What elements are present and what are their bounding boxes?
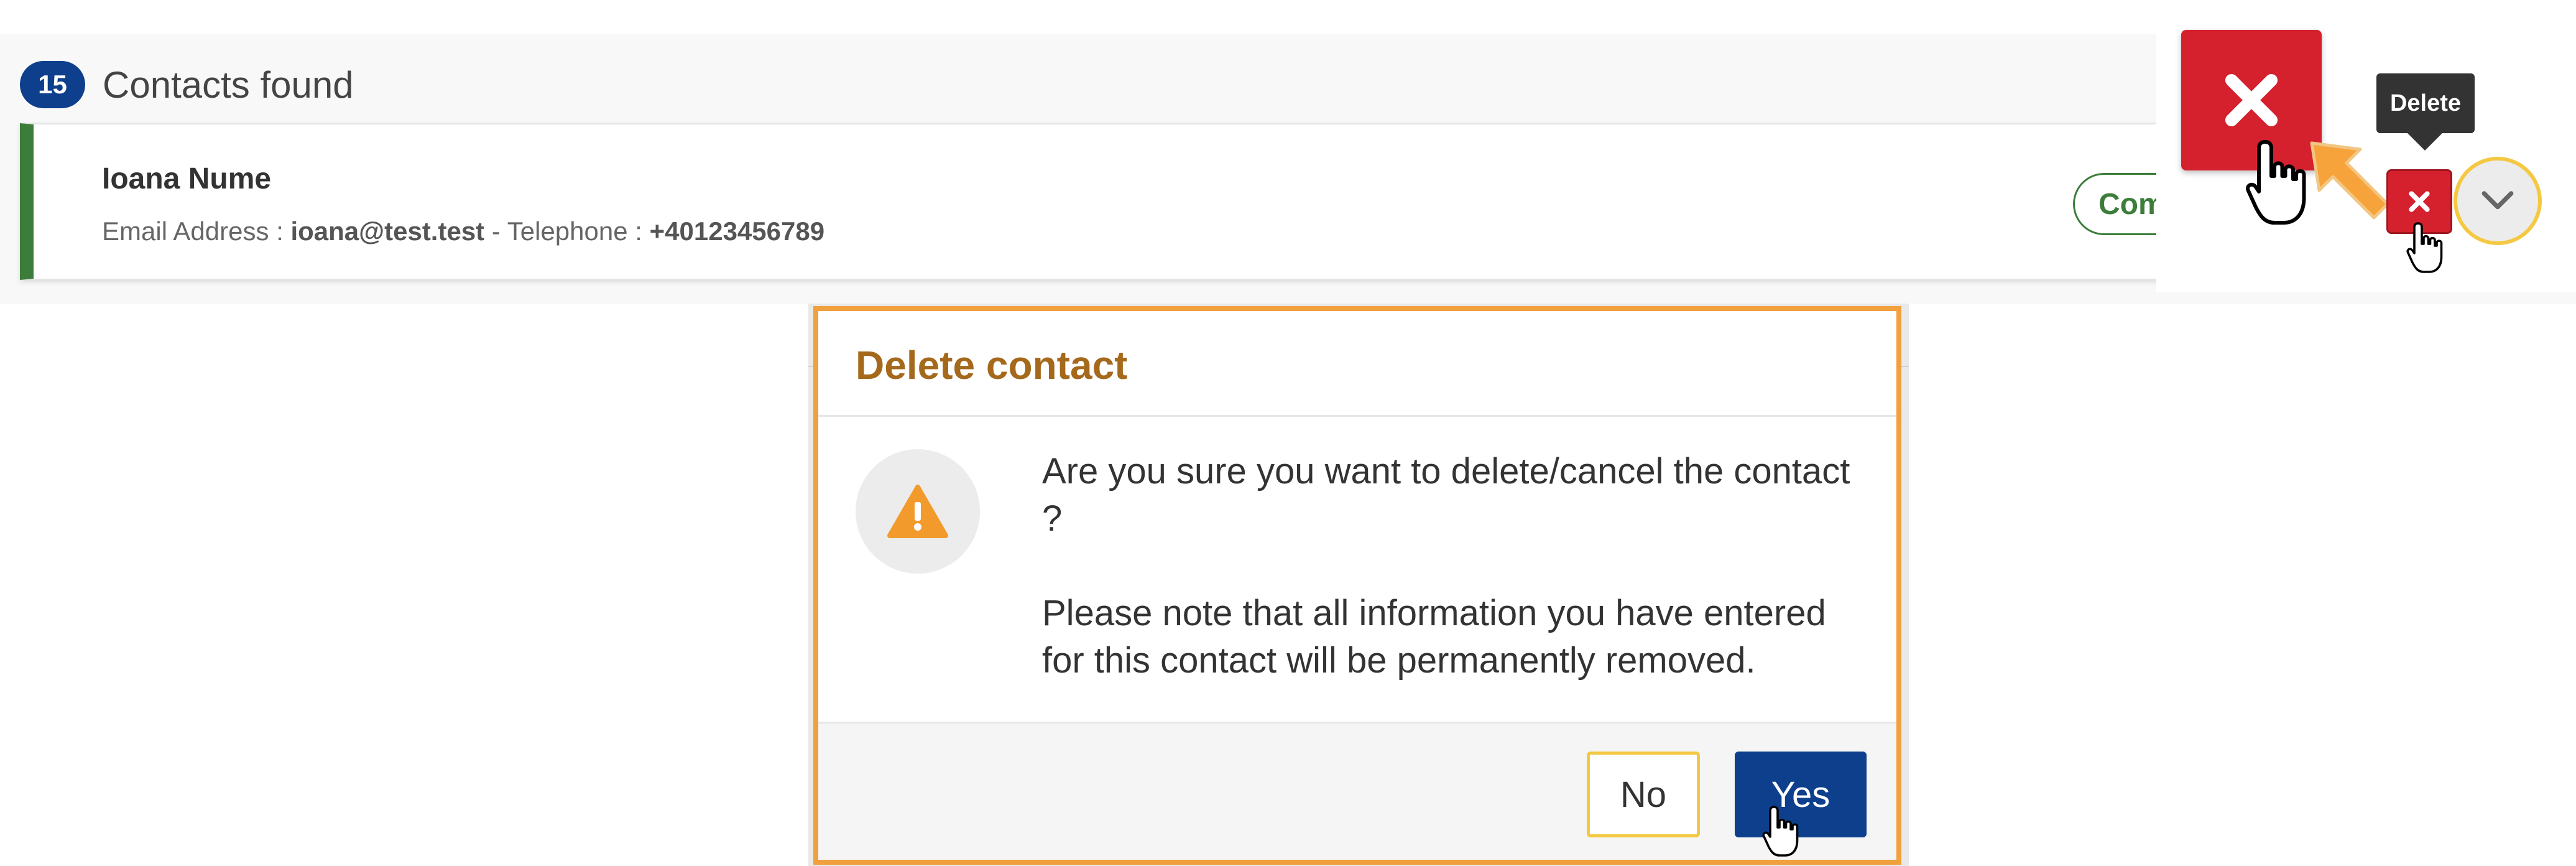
contact-name: Ioana Nume: [102, 162, 272, 195]
dialog-question: Are you sure you want to delete/cancel t…: [1042, 451, 1850, 539]
warning-icon: [887, 485, 948, 538]
results-header: 15 Contacts found: [20, 57, 354, 113]
dialog-title: Delete contact: [856, 343, 1128, 388]
results-count-badge: 15: [20, 61, 85, 108]
contact-telephone: +40123456789: [649, 216, 825, 246]
close-x-icon: [2409, 191, 2430, 212]
close-x-icon: [2225, 74, 2278, 126]
contact-details: Email Address : ioana@test.test - Teleph…: [102, 216, 824, 246]
warning-icon-container: [856, 449, 980, 574]
email-label: Email Address :: [102, 216, 291, 246]
tooltip-pointer: [2406, 132, 2444, 151]
dialog-note: Please note that all information you hav…: [1042, 593, 1826, 681]
telephone-label: Telephone :: [507, 216, 650, 246]
results-title: Contacts found: [103, 63, 354, 106]
dialog-message: Are you sure you want to delete/cancel t…: [1042, 448, 1863, 684]
contact-email: ioana@test.test: [290, 216, 485, 246]
details-separator: -: [484, 216, 507, 246]
dialog-header: Delete contact: [818, 311, 1896, 417]
expand-button[interactable]: [2454, 157, 2542, 245]
chevron-down-icon: [2481, 191, 2514, 210]
pointer-arrow-icon: [2310, 141, 2389, 220]
no-button[interactable]: No: [1587, 752, 1700, 837]
hand-cursor-icon: [2406, 222, 2443, 273]
hand-cursor-icon: [1762, 806, 1799, 857]
delete-contact-dialog: Delete contact Are you sure you want to …: [813, 306, 1901, 865]
delete-tooltip: Delete: [2376, 73, 2475, 133]
